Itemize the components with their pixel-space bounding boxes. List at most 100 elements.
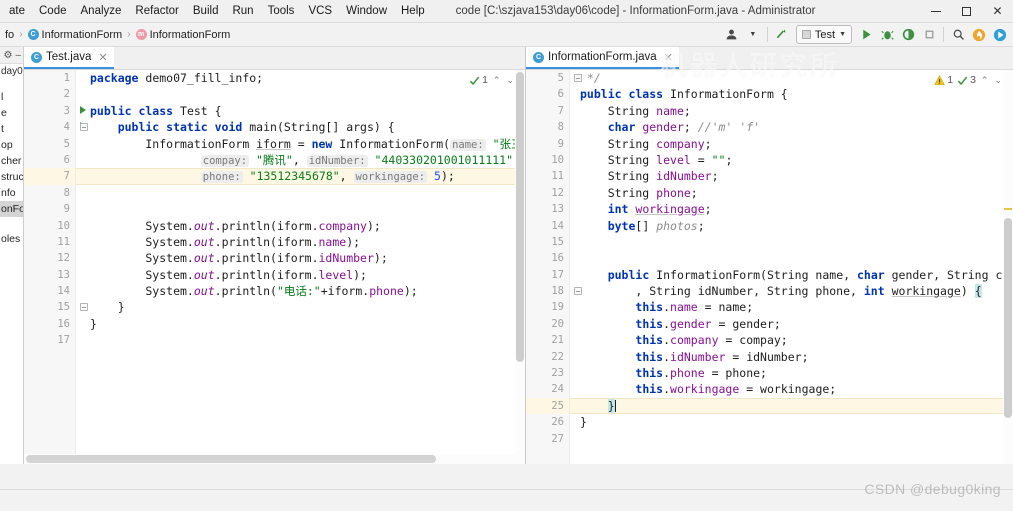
line-number[interactable]: 5 <box>526 70 582 86</box>
close-icon[interactable]: ✕ <box>98 51 107 64</box>
scroll-thumb-h[interactable] <box>26 455 436 463</box>
code-line[interactable]: } <box>90 316 525 332</box>
search-icon[interactable] <box>948 25 968 45</box>
code-line[interactable]: package demo07_fill_info; <box>90 70 525 86</box>
update-icon[interactable] <box>772 25 792 45</box>
line-number[interactable]: 24 <box>526 381 569 397</box>
chevron-up-icon[interactable]: ⌃ <box>980 75 990 86</box>
line-number[interactable]: 15 <box>24 299 88 315</box>
line-number[interactable]: 8 <box>526 119 569 135</box>
line-number[interactable]: 26 <box>526 414 569 430</box>
minimize-button[interactable] <box>920 0 951 23</box>
code-line[interactable]: InformationForm iform = new InformationF… <box>90 136 525 152</box>
chevron-up-icon[interactable]: ⌃ <box>492 75 502 86</box>
code-line[interactable]: String company; <box>580 136 1013 152</box>
maximize-button[interactable] <box>951 0 982 23</box>
play-round-icon[interactable] <box>990 25 1010 45</box>
line-number[interactable]: 12 <box>526 185 569 201</box>
code-line[interactable]: this.name = name; <box>580 299 1013 315</box>
menu-item-window[interactable]: Window <box>339 2 394 21</box>
code-line[interactable]: System.out.println("电话:"+iform.phone); <box>90 283 525 299</box>
run-button[interactable] <box>856 25 876 45</box>
line-number[interactable]: 23 <box>526 365 569 381</box>
menu-item-build[interactable]: Build <box>186 2 226 21</box>
code-line[interactable]: } <box>570 397 1013 415</box>
menu-item-ate[interactable]: ate <box>2 2 32 21</box>
code-line[interactable]: byte[] photos; <box>580 218 1013 234</box>
debug-button[interactable] <box>877 25 897 45</box>
line-number[interactable]: 15 <box>526 234 569 250</box>
code-line[interactable]: String level = ""; <box>580 152 1013 168</box>
menu-item-vcs[interactable]: VCS <box>301 2 339 21</box>
line-number[interactable]: 27 <box>526 431 569 447</box>
code-line[interactable]: this.workingage = workingage; <box>580 381 1013 397</box>
code-line[interactable]: String phone; <box>580 185 1013 201</box>
line-number[interactable]: 7 <box>24 168 75 185</box>
line-number[interactable]: 13 <box>24 267 75 283</box>
code-line[interactable] <box>580 234 1013 250</box>
code-line[interactable]: compay: "腾讯", idNumber: "440330201001011… <box>90 152 525 168</box>
line-number-gutter-left[interactable]: 1 2 3 4 5 6 7 8 9 10 11 12 13 14 15 16 17 <box>24 70 88 464</box>
line-number[interactable]: 22 <box>526 349 569 365</box>
chevron-down-icon[interactable]: ⌄ <box>505 75 515 86</box>
code-line[interactable]: System.out.println(iform.name); <box>90 234 525 250</box>
line-number[interactable]: 9 <box>526 136 569 152</box>
breadcrumb-item-0[interactable]: C InformationForm <box>24 28 127 42</box>
chevron-down-icon[interactable]: ▼ <box>743 25 763 45</box>
line-number[interactable]: 14 <box>526 218 569 234</box>
line-number[interactable]: 5 <box>24 136 75 152</box>
line-number[interactable]: 11 <box>526 168 569 184</box>
chevron-down-icon[interactable]: ⌄ <box>993 75 1003 86</box>
tab-informationform-java[interactable]: C InformationForm.java ✕ <box>526 47 679 69</box>
line-number[interactable]: 17 <box>526 267 569 283</box>
line-number[interactable]: 7 <box>526 103 569 119</box>
line-number[interactable]: 9 <box>24 201 75 217</box>
code-line[interactable]: String name; <box>580 103 1013 119</box>
line-number[interactable]: 19 <box>526 299 569 315</box>
code-text-left[interactable]: package demo07_fill_info; public class T… <box>76 70 525 464</box>
tree-node-1[interactable]: e <box>0 105 23 121</box>
code-line[interactable]: System.out.println(iform.company); <box>90 218 525 234</box>
vertical-scrollbar-left[interactable] <box>515 70 525 464</box>
tab-test-java[interactable]: C Test.java ✕ <box>24 47 114 69</box>
line-number[interactable]: 10 <box>24 218 75 234</box>
scroll-thumb[interactable] <box>1004 218 1012 418</box>
close-button[interactable]: ✕ <box>982 0 1013 23</box>
code-line[interactable]: char gender; //'m' 'f' <box>580 119 1013 135</box>
run-configuration-selector[interactable]: Test ▼ <box>795 25 852 44</box>
code-line[interactable]: public class Test { <box>90 103 525 119</box>
line-number[interactable]: 13 <box>526 201 569 217</box>
code-line[interactable] <box>90 332 525 348</box>
code-line[interactable]: public InformationForm(String name, char… <box>580 267 1013 283</box>
line-number[interactable]: 6 <box>24 152 75 168</box>
line-number[interactable]: 16 <box>526 250 569 266</box>
code-line[interactable]: phone: "13512345678", workingage: 5); <box>76 168 525 185</box>
menu-item-tools[interactable]: Tools <box>261 2 302 21</box>
line-number[interactable]: 8 <box>24 185 75 201</box>
code-line[interactable] <box>580 250 1013 266</box>
user-profile-icon[interactable] <box>722 25 742 45</box>
code-line[interactable]: , String idNumber, String phone, int wor… <box>580 283 1013 299</box>
code-area-right[interactable]: 1 3 ⌃ ⌄ 5 6 7 8 9 10 11 12 13 14 15 16 17 18 19 20 21 22 2… <box>526 70 1013 464</box>
ide-assistant-icon[interactable] <box>969 25 989 45</box>
code-line[interactable]: this.phone = phone; <box>580 365 1013 381</box>
stop-button[interactable] <box>919 25 939 45</box>
line-number[interactable]: 12 <box>24 250 75 266</box>
tree-node-0[interactable]: l <box>0 89 23 105</box>
code-line[interactable]: String idNumber; <box>580 168 1013 184</box>
line-number-gutter-right[interactable]: 5 6 7 8 9 10 11 12 13 14 15 16 17 18 19 20 21 22 23 24 25 26 2… <box>526 70 582 464</box>
hide-icon[interactable]: – <box>15 50 21 61</box>
horizontal-scrollbar-left[interactable] <box>24 454 515 464</box>
line-number[interactable]: 18 <box>526 283 582 299</box>
code-line[interactable]: System.out.println(iform.level); <box>90 267 525 283</box>
menu-item-help[interactable]: Help <box>394 2 432 21</box>
line-number[interactable]: 21 <box>526 332 569 348</box>
line-number[interactable]: 16 <box>24 316 75 332</box>
gear-icon[interactable]: ⚙ <box>3 50 12 61</box>
code-line[interactable]: this.gender = gender; <box>580 316 1013 332</box>
tree-node-6[interactable]: nfo <box>0 185 23 201</box>
warning-marker[interactable] <box>1004 208 1012 210</box>
code-text-right[interactable]: */public class InformationForm { String … <box>570 70 1013 464</box>
code-line[interactable] <box>90 201 525 217</box>
code-line[interactable] <box>90 86 525 102</box>
